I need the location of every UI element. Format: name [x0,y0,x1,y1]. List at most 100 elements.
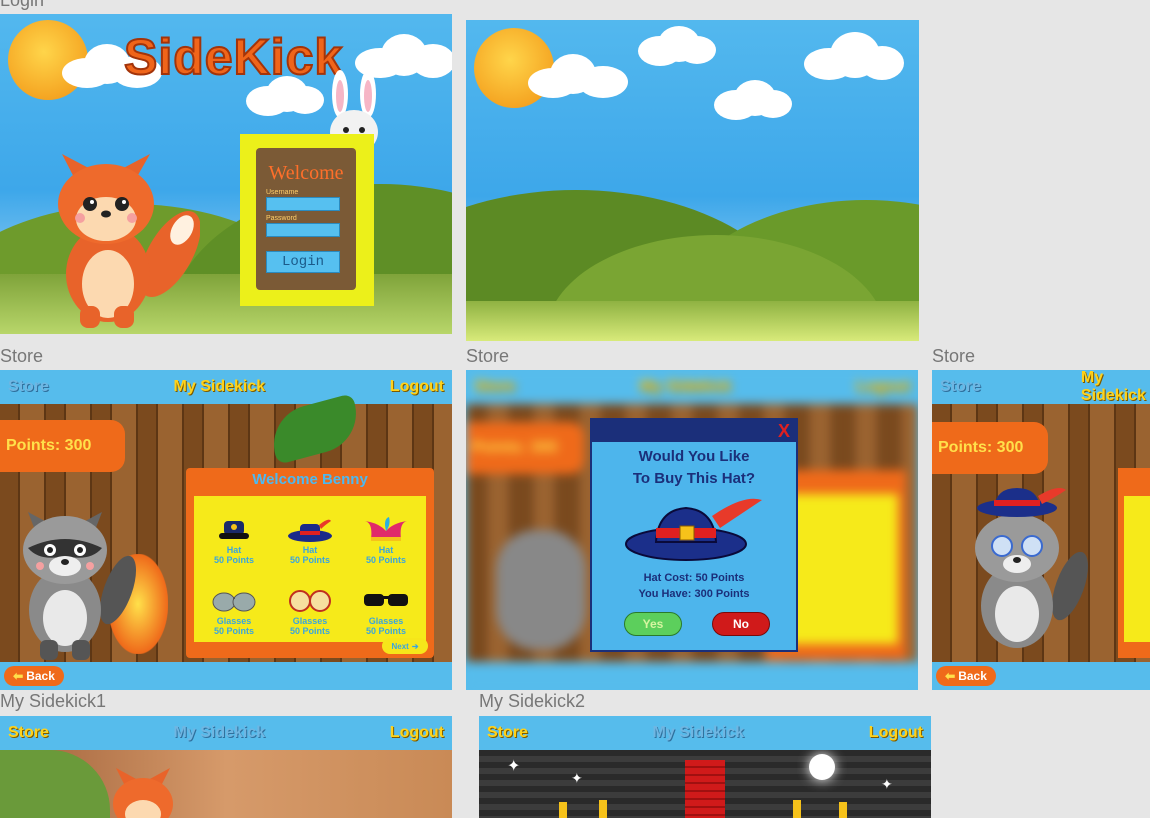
arrow-right-icon: ➔ [411,641,419,651]
nav-store[interactable]: Store [8,724,49,742]
points-display: Points: 300 [0,420,125,472]
stanchion [599,800,607,818]
cloud-icon [528,54,628,98]
store-artboard-1: Store My Sidekick Logout Points: 300 Wel… [0,370,452,690]
raccoon-character [496,530,586,650]
jester-hat-icon [365,517,407,541]
back-button[interactable]: ⬅ Back [4,666,64,686]
my-sidekick-artboard-1: Store My Sidekick Logout [0,716,452,818]
fox-character [58,154,200,328]
nav-logout[interactable]: Logout [390,378,444,396]
shop-item-round-glasses[interactable]: Glasses 50 Points [274,571,346,638]
item-cost: 50 Points [365,626,406,636]
arrow-left-icon: ⬅ [945,669,956,683]
item-cost: 50 Points [213,626,254,636]
item-cost: 50 Points [289,555,330,565]
sparkle-icon: ✦ [507,758,521,775]
item-name: Hat [378,545,394,555]
password-field[interactable] [266,223,340,237]
next-button[interactable]: Next ➔ [382,638,428,654]
question-line-2: To Buy This Hat? [632,470,756,487]
item-cost: 50 Points [365,555,406,565]
dialog-actions: Yes No [592,612,796,642]
item-name: Hat [226,545,242,555]
dialog-header: X [592,420,796,442]
nav-logout[interactable]: Logout [869,724,923,742]
nav-my-sidekick[interactable]: My Sidekick [174,378,266,396]
stanchion [839,802,847,818]
login-button[interactable]: Login [266,251,340,273]
username-label: Username [266,189,299,196]
raccoon-character [975,488,1089,648]
points-display: Points: 300 [466,422,584,474]
login-artboard: SideKick Welcome Username Password Login [0,14,452,334]
dialog-question: Would You Like To Buy This Hat? [592,446,796,490]
username-field[interactable] [266,197,340,211]
raccoon-character [23,512,137,660]
arrow-left-icon: ⬅ [13,669,24,683]
close-button[interactable]: X [778,421,790,442]
shop-item-feather-hat[interactable]: Hat 50 Points [274,500,346,567]
item-cost: 50 Points [289,626,330,636]
artboard-label-login: Login [0,0,45,10]
aviator-glasses-icon [212,592,256,612]
artboard-label-store-3: Store [932,346,976,366]
spotlight-icon [809,754,835,780]
dialog-info: Hat Cost: 50 Points You Have: 300 Points [592,570,796,602]
shop-panel: Welcome Benny Hat 50 Points Hat 50 Point… [186,468,434,658]
no-button[interactable]: No [712,612,770,636]
police-hat-icon [219,521,249,539]
hat-cost-text: Hat Cost: 50 Points [643,572,745,584]
nav-my-sidekick[interactable]: My Sidekick [653,724,745,742]
login-form: Welcome Username Password Login [256,148,356,290]
stanchion [793,800,801,818]
yes-button[interactable]: Yes [624,612,682,636]
sunglasses-icon [364,594,408,606]
nav-logout[interactable]: Logout [390,724,444,742]
back-label: Back [26,669,55,683]
item-name: Glasses [368,616,404,626]
question-line-1: Would You Like [638,448,750,465]
nav-my-sidekick[interactable]: My Sidekick [1081,370,1146,405]
nav-logout: Logout [855,378,910,395]
nav-store[interactable]: Store [487,724,528,742]
shop-welcome: Welcome Benny [252,471,368,488]
fox-character [113,768,173,818]
shop-item-aviator-glasses[interactable]: Glasses 50 Points [198,571,270,638]
next-label: Next [391,641,409,651]
nav-store: Store [474,378,515,395]
cloud-icon [638,26,738,66]
feather-hat-icon [288,519,332,542]
feather-hat-icon [625,498,762,561]
nav-store[interactable]: Store [8,378,49,396]
background-artboard [466,20,919,341]
item-name: Hat [302,545,318,555]
red-carpet [685,760,725,818]
cloud-icon [714,80,814,120]
points-display: Points: 300 [932,422,1048,474]
item-name: Glasses [292,616,328,626]
login-panel-frame: Welcome Username Password Login [240,134,374,306]
purchase-dialog: X Would You Like To Buy This Hat? Hat Co… [590,418,798,652]
top-nav: Store My Sidekick [932,370,1150,404]
artboard-label-my-sidekick-2: My Sidekick2 [479,691,586,711]
back-button[interactable]: ⬅ Back [936,666,996,686]
nav-store[interactable]: Store [940,378,981,396]
nav-my-sidekick[interactable]: My Sidekick [174,724,266,742]
shop-item-sunglasses[interactable]: Glasses 50 Points [350,571,422,638]
sparkle-icon: ✦ [571,770,583,786]
round-glasses-icon [289,590,331,612]
you-have-text: You Have: 300 Points [638,588,750,600]
nav-my-sidekick: My Sidekick [639,378,732,395]
shop-item-jester-hat[interactable]: Hat 50 Points [350,500,422,567]
top-nav: Store My Sidekick Logout [0,716,452,750]
bottom-bar [0,662,452,690]
top-nav: Store My Sidekick Logout [0,370,452,404]
item-cost: 50 Points [213,555,254,565]
top-nav: Store My Sidekick Logout [479,716,931,750]
shop-panel [1118,468,1150,658]
item-name: Glasses [216,616,252,626]
stanchion [559,802,567,818]
back-label: Back [958,669,987,683]
shop-item-police-hat[interactable]: Hat 50 Points [198,500,270,567]
